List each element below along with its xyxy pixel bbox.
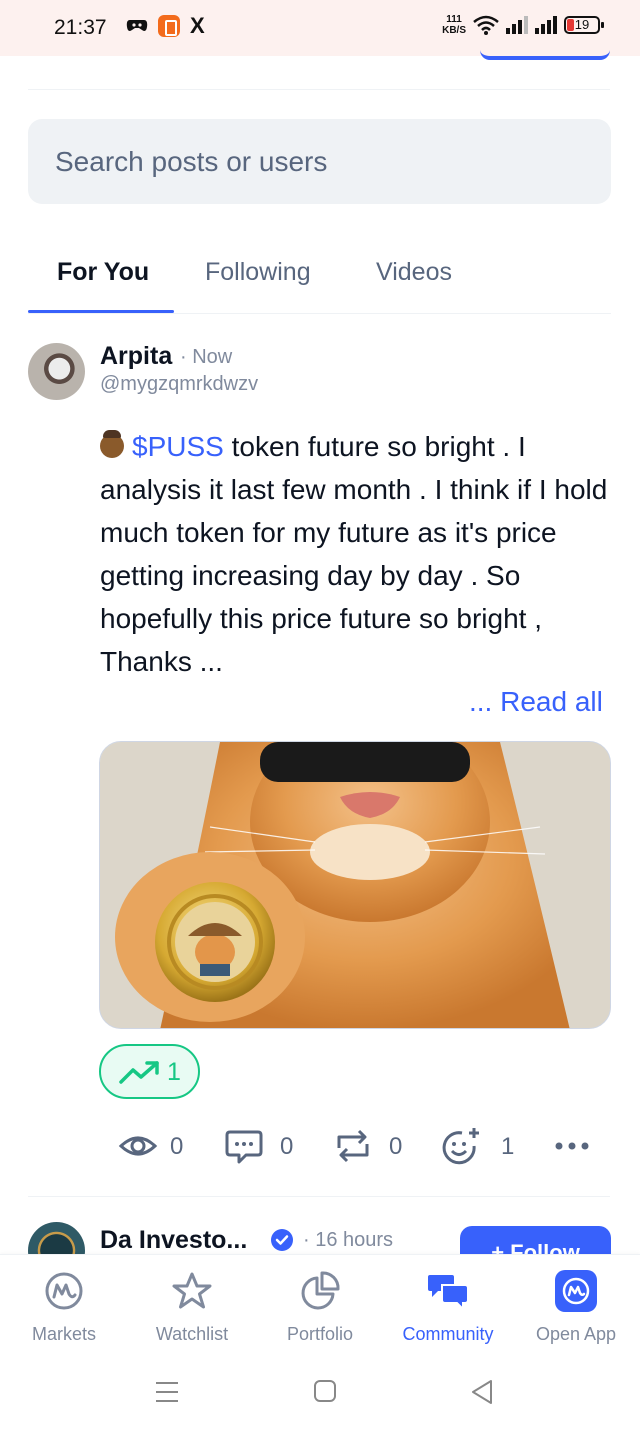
nav-community[interactable]: Community [384, 1269, 512, 1345]
post-handle[interactable]: @mygzqmrkdwzv [100, 373, 258, 396]
post-text[interactable]: $PUSS token future so bright . I analysi… [100, 425, 615, 683]
post-image[interactable] [99, 741, 611, 1029]
tab-following[interactable]: Following [205, 258, 311, 287]
repost-icon[interactable] [333, 1126, 373, 1166]
nav-markets[interactable]: Markets [0, 1269, 128, 1345]
home-icon[interactable] [313, 1379, 337, 1403]
signal-icon [535, 16, 557, 34]
search-input[interactable] [28, 119, 611, 204]
app-logo-icon [555, 1270, 597, 1312]
reposts-count: 0 [389, 1133, 403, 1160]
system-indicators: 111 KB/S 19 [442, 14, 604, 36]
avatar[interactable] [28, 1222, 85, 1254]
ticker-link[interactable]: $PUSS [132, 431, 224, 462]
chat-bubbles-icon [428, 1275, 469, 1312]
post-author[interactable]: Da Investo... [100, 1226, 247, 1254]
views-count: 0 [170, 1133, 184, 1160]
game-controller-icon [126, 20, 148, 31]
read-all-link[interactable]: ... Read all [469, 686, 603, 718]
pie-chart-icon [301, 1271, 340, 1310]
star-icon [172, 1272, 212, 1309]
signal-icon [506, 16, 528, 34]
post-body-text: token future so bright . I analysis it l… [100, 431, 608, 677]
wifi-icon [473, 15, 499, 35]
follow-button[interactable]: + Follow [460, 1226, 611, 1254]
system-navigation-bar [0, 1353, 640, 1433]
trending-up-icon [119, 1061, 159, 1084]
next-post: Da Investo... · 16 hours + Follow [0, 1200, 640, 1254]
back-icon[interactable] [470, 1379, 494, 1405]
bottom-nav: Markets Watchlist Portfolio Community Op… [0, 1254, 640, 1353]
reactions-count: 1 [501, 1133, 515, 1160]
notification-icons: X [126, 15, 205, 37]
comments-count: 0 [280, 1133, 294, 1160]
more-icon[interactable] [554, 1136, 590, 1156]
nav-watchlist[interactable]: Watchlist [128, 1269, 256, 1345]
nav-open-app[interactable]: Open App [512, 1269, 640, 1345]
eye-icon[interactable] [118, 1126, 158, 1166]
nav-portfolio[interactable]: Portfolio [256, 1269, 384, 1345]
post-time: · 16 hours [303, 1229, 394, 1251]
verified-badge-icon [271, 1229, 293, 1251]
trend-badge[interactable]: 1 [99, 1044, 200, 1099]
divider [28, 1196, 610, 1197]
avatar[interactable] [28, 343, 85, 400]
cowboy-cat-emoji-icon [100, 430, 124, 458]
status-time: 21:37 [54, 16, 107, 39]
markets-icon [45, 1272, 83, 1310]
tab-for-you[interactable]: For You [57, 258, 149, 287]
post-author[interactable]: Arpita [100, 342, 172, 371]
cat-with-coin-image [100, 742, 610, 1028]
partial-button-edge [480, 48, 610, 60]
active-tab-indicator [28, 310, 174, 313]
network-speed: 111 KB/S [442, 14, 466, 36]
add-reaction-icon[interactable] [440, 1126, 482, 1168]
tab-videos[interactable]: Videos [376, 258, 452, 287]
post-time: · Now [180, 346, 233, 368]
trend-count: 1 [167, 1058, 181, 1086]
comment-icon[interactable] [224, 1126, 264, 1166]
feed-tabs: For You Following Videos [28, 240, 611, 314]
x-icon: X [190, 13, 205, 38]
menu-icon[interactable] [154, 1379, 180, 1405]
battery-icon: 19 [564, 16, 604, 34]
orange-app-icon [158, 15, 180, 37]
divider [28, 89, 610, 90]
